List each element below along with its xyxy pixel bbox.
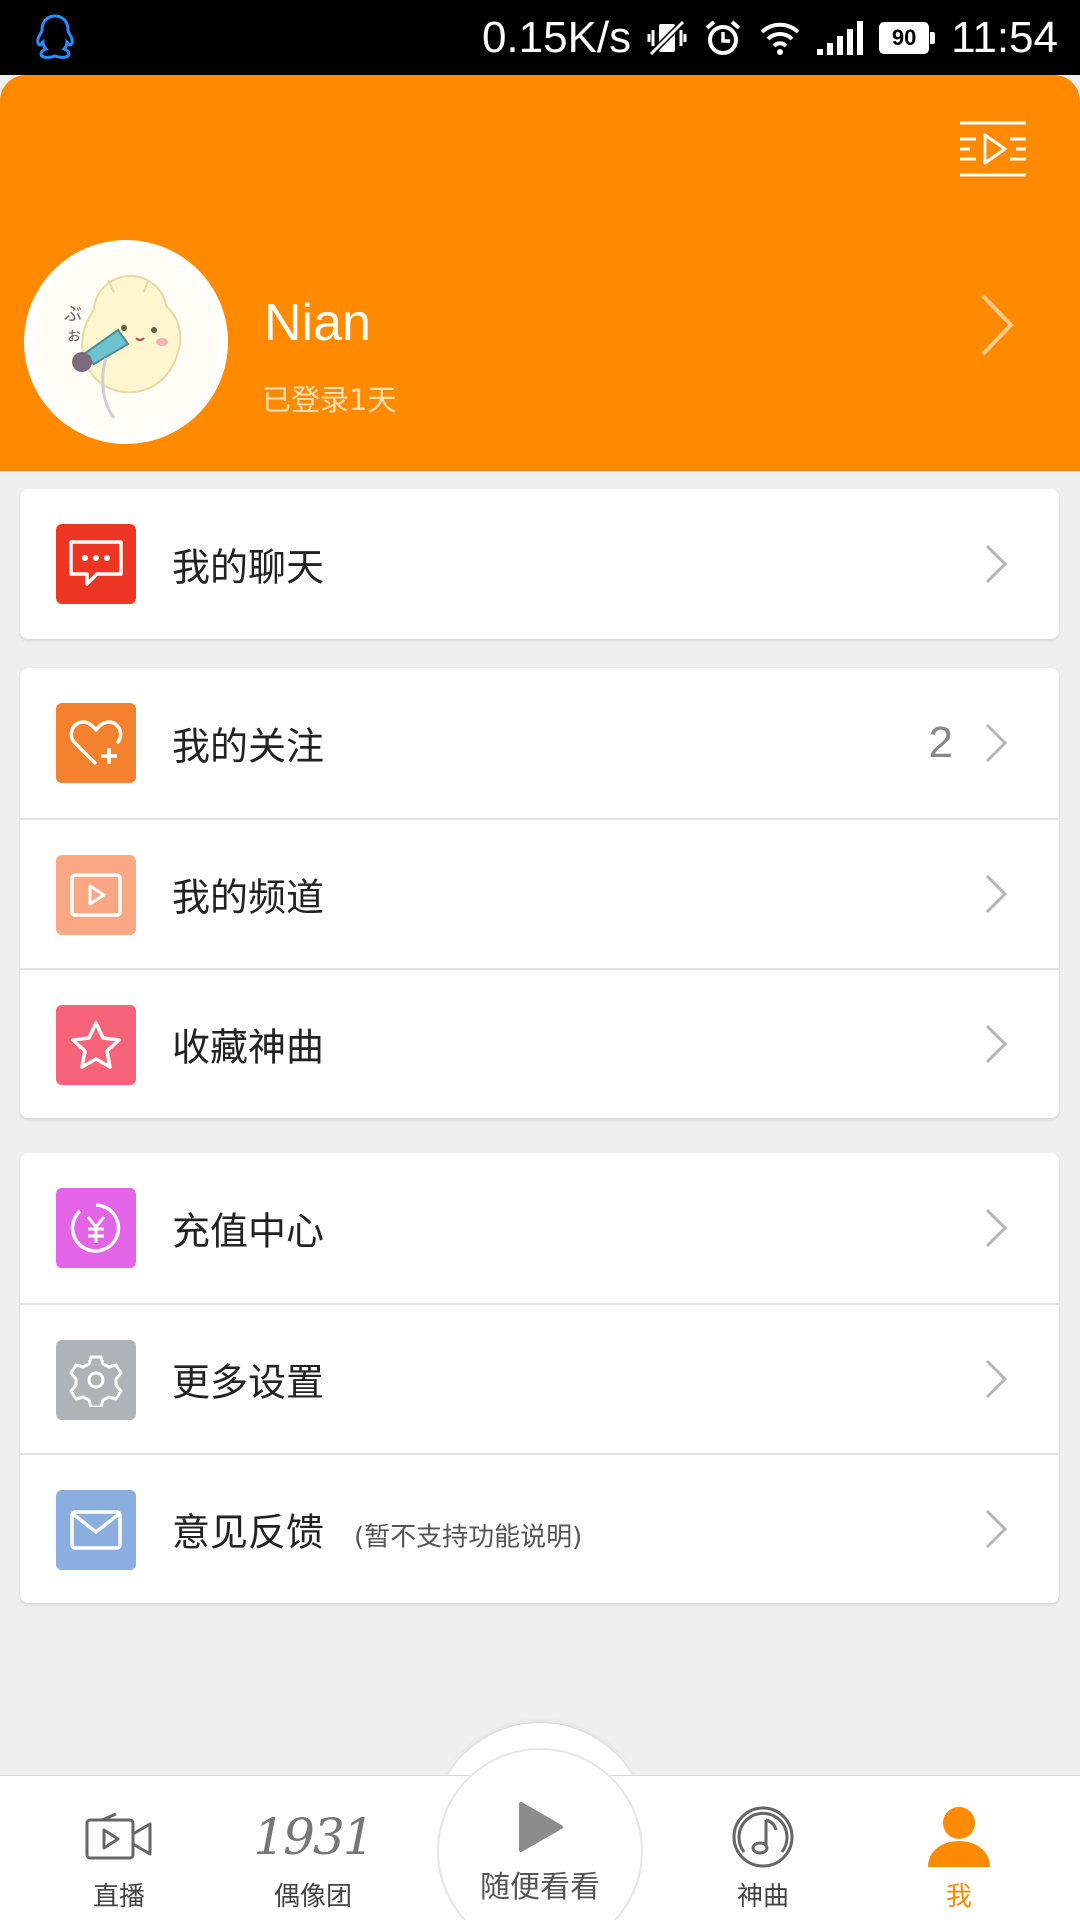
- menu-item-label: 充值中心: [172, 1209, 325, 1254]
- user-name[interactable]: Nian: [264, 293, 371, 353]
- random-watch-label: 随便看看: [480, 1870, 600, 1905]
- 1931-logo-icon: 1931: [253, 1808, 374, 1866]
- vibrate-silent-icon: [647, 19, 687, 56]
- play-icon: [519, 1802, 563, 1852]
- yuan-coin-icon: [56, 1188, 136, 1268]
- profile-header: ぶ ぉ Nian 已登录1天: [0, 75, 1080, 471]
- menu-item-feedback[interactable]: 意见反馈 (暂不支持功能说明): [20, 1453, 1059, 1603]
- menu-item-label: 意见反馈 (暂不支持功能说明): [172, 1502, 582, 1557]
- menu-card-3: 充值中心 更多设置 意见反馈 (暂不支持功能说明): [20, 1153, 1059, 1603]
- network-speed: 0.15K/s: [481, 12, 632, 62]
- signal-icon: [817, 20, 864, 55]
- chevron-right-icon: [985, 723, 1007, 763]
- heart-plus-icon: [56, 703, 136, 783]
- menu-item-channel[interactable]: 我的频道: [20, 818, 1059, 968]
- menu-item-favorite-songs[interactable]: 收藏神曲: [20, 968, 1059, 1118]
- tab-idol-group[interactable]: 1931 偶像团: [228, 1776, 398, 1920]
- chat-bubble-icon: [56, 524, 136, 604]
- menu-item-label: 我的频道: [172, 875, 325, 920]
- chevron-right-icon: [985, 1509, 1007, 1549]
- qq-icon: [36, 14, 74, 59]
- feedback-note: (暂不支持功能说明): [354, 1522, 583, 1553]
- video-camera-icon: [85, 1812, 152, 1860]
- tab-live[interactable]: 直播: [34, 1776, 204, 1920]
- follow-count: 2: [928, 718, 953, 767]
- login-days-text: 已登录1天: [262, 383, 397, 417]
- tab-hit-songs[interactable]: 神曲: [678, 1776, 848, 1920]
- battery-level: 90: [891, 24, 917, 50]
- tab-me[interactable]: 我: [874, 1776, 1044, 1920]
- tab-label: 我: [945, 1882, 972, 1912]
- menu-item-label: 收藏神曲: [172, 1025, 325, 1070]
- star-icon: [56, 1005, 136, 1085]
- menu-card-2: 我的关注 2 我的频道 收藏神曲: [20, 668, 1059, 1118]
- chevron-right-icon: [985, 544, 1007, 584]
- mail-icon: [56, 1490, 136, 1570]
- avatar-image: ぶ ぉ: [27, 243, 225, 441]
- clock: 11:54: [951, 12, 1058, 62]
- chevron-right-icon[interactable]: [980, 293, 1014, 357]
- video-play-icon: [56, 855, 136, 935]
- menu-item-chat[interactable]: 我的聊天: [20, 489, 1059, 639]
- feedback-label: 意见反馈: [172, 1510, 325, 1555]
- avatar[interactable]: ぶ ぉ: [24, 240, 228, 444]
- tab-label: 偶像团: [273, 1882, 352, 1912]
- chevron-right-icon: [985, 874, 1007, 914]
- tab-label: 神曲: [736, 1882, 789, 1912]
- gear-icon: [56, 1340, 136, 1420]
- menu-item-follows[interactable]: 我的关注 2: [20, 668, 1059, 818]
- menu-item-label: 我的关注: [172, 724, 325, 769]
- menu-item-label: 我的聊天: [172, 545, 325, 590]
- wifi-icon: [760, 22, 800, 55]
- tab-label: 直播: [92, 1882, 145, 1912]
- alarm-icon: [705, 19, 741, 55]
- chevron-right-icon: [985, 1208, 1007, 1248]
- battery-indicator: 90: [879, 21, 936, 54]
- music-note-icon: [732, 1806, 794, 1868]
- svg-text:ぶ: ぶ: [64, 304, 82, 325]
- chevron-right-icon: [985, 1359, 1007, 1399]
- menu-item-settings[interactable]: 更多设置: [20, 1303, 1059, 1453]
- playlist-icon[interactable]: [960, 121, 1026, 177]
- menu-item-label: 更多设置: [172, 1360, 325, 1405]
- svg-text:ぉ: ぉ: [66, 325, 82, 344]
- status-bar: 0.15K/s 90 11:54: [0, 0, 1080, 75]
- menu-card-1: 我的聊天: [20, 489, 1059, 639]
- chevron-right-icon: [985, 1024, 1007, 1064]
- menu-item-recharge[interactable]: 充值中心: [20, 1153, 1059, 1303]
- person-icon: [928, 1807, 990, 1867]
